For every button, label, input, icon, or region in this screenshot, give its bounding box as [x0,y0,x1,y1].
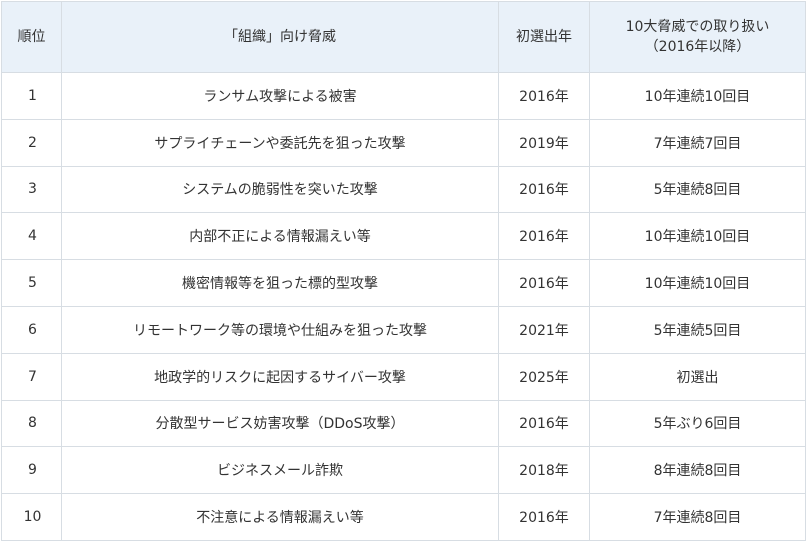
cell-threat: リモートワーク等の環境や仕組みを狙った攻撃 [61,305,499,354]
table-row: 6 リモートワーク等の環境や仕組みを狙った攻撃 2021年 5年連続5回目 [1,305,806,354]
cell-first-selected: 2016年 [498,399,590,448]
cell-rank: 5 [1,259,62,307]
cell-first-selected: 2018年 [498,446,590,495]
cell-first-selected: 2016年 [498,165,590,214]
header-handling-line2: （2016年以降） [644,39,751,55]
cell-handling: 7年連続8回目 [589,493,806,541]
header-row: 順位 「組織」向け脅威 初選出年 10大脅威での取り扱い （2016年以降） [1,1,806,73]
cell-handling: 初選出 [589,352,806,401]
cell-first-selected: 2016年 [498,493,590,541]
header-rank: 順位 [1,1,62,73]
cell-threat: システムの脆弱性を突いた攻撃 [61,165,499,214]
table-body: 1 ランサム攻撃による被害 2016年 10年連続10回目 2 サプライチェーン… [1,72,806,541]
table-header: 順位 「組織」向け脅威 初選出年 10大脅威での取り扱い （2016年以降） [1,1,806,73]
table-row: 5 機密情報等を狙った標的型攻撃 2016年 10年連続10回目 [1,259,806,307]
cell-threat: 分散型サービス妨害攻撃（DDoS攻撃） [61,399,499,448]
cell-first-selected: 2016年 [498,212,590,261]
cell-handling: 8年連続8回目 [589,446,806,495]
header-handling: 10大脅威での取り扱い （2016年以降） [589,1,806,73]
cell-first-selected: 2021年 [498,305,590,354]
cell-rank: 9 [1,446,62,495]
header-handling-line1: 10大脅威での取り扱い [625,19,770,35]
cell-handling: 10年連続10回目 [589,212,806,261]
table-row: 1 ランサム攻撃による被害 2016年 10年連続10回目 [1,72,806,120]
cell-rank: 8 [1,399,62,448]
cell-first-selected: 2019年 [498,118,590,167]
cell-threat: サプライチェーンや委託先を狙った攻撃 [61,118,499,167]
cell-rank: 4 [1,212,62,261]
cell-handling: 7年連続7回目 [589,118,806,167]
cell-handling: 10年連続10回目 [589,259,806,307]
cell-threat: 内部不正による情報漏えい等 [61,212,499,261]
cell-handling: 5年連続8回目 [589,165,806,214]
cell-rank: 3 [1,165,62,214]
cell-threat: 不注意による情報漏えい等 [61,493,499,541]
table-row: 8 分散型サービス妨害攻撃（DDoS攻撃） 2016年 5年ぶり6回目 [1,399,806,448]
cell-threat: 地政学的リスクに起因するサイバー攻撃 [61,352,499,401]
cell-first-selected: 2016年 [498,259,590,307]
threat-ranking-table: 順位 「組織」向け脅威 初選出年 10大脅威での取り扱い （2016年以降） 1… [1,1,806,541]
cell-rank: 7 [1,352,62,401]
cell-threat: ランサム攻撃による被害 [61,72,499,120]
cell-rank: 1 [1,72,62,120]
table-row: 7 地政学的リスクに起因するサイバー攻撃 2025年 初選出 [1,352,806,401]
table-row: 4 内部不正による情報漏えい等 2016年 10年連続10回目 [1,212,806,261]
header-first-selected: 初選出年 [498,1,590,73]
cell-rank: 6 [1,305,62,354]
cell-threat: 機密情報等を狙った標的型攻撃 [61,259,499,307]
cell-handling: 5年連続5回目 [589,305,806,354]
cell-first-selected: 2025年 [498,352,590,401]
cell-handling: 5年ぶり6回目 [589,399,806,448]
cell-first-selected: 2016年 [498,72,590,120]
cell-threat: ビジネスメール詐欺 [61,446,499,495]
header-threat: 「組織」向け脅威 [61,1,499,73]
table-row: 9 ビジネスメール詐欺 2018年 8年連続8回目 [1,446,806,495]
threat-ranking-table-container: 順位 「組織」向け脅威 初選出年 10大脅威での取り扱い （2016年以降） 1… [1,1,806,541]
table-row: 3 システムの脆弱性を突いた攻撃 2016年 5年連続8回目 [1,165,806,214]
cell-rank: 2 [1,118,62,167]
table-row: 2 サプライチェーンや委託先を狙った攻撃 2019年 7年連続7回目 [1,118,806,167]
cell-rank: 10 [1,493,62,541]
table-row: 10 不注意による情報漏えい等 2016年 7年連続8回目 [1,493,806,541]
cell-handling: 10年連続10回目 [589,72,806,120]
